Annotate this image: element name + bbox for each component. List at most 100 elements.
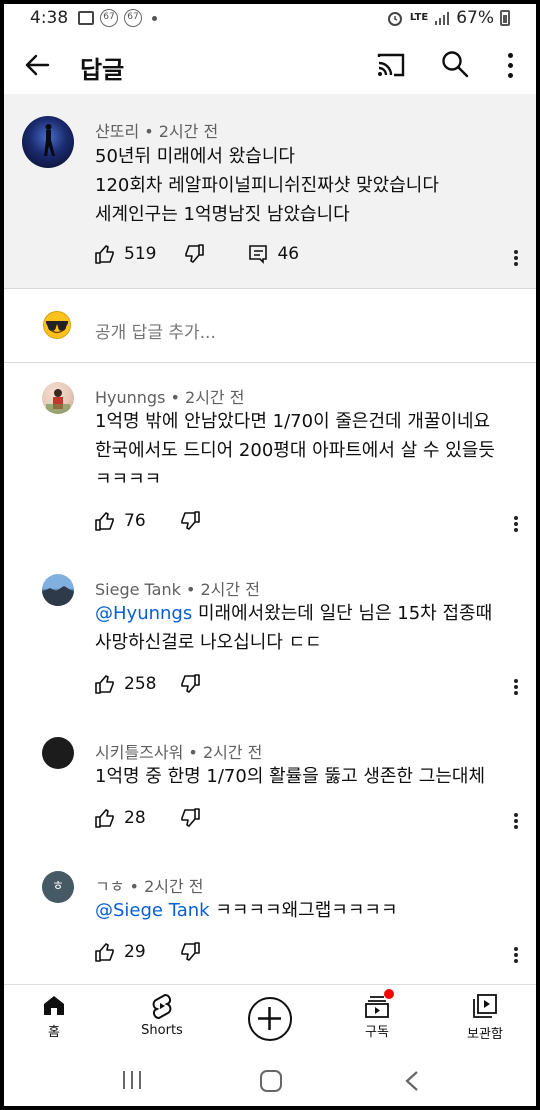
cast-icon[interactable] xyxy=(376,52,406,78)
reply-actions: 76 xyxy=(95,511,200,531)
meta-separator: • xyxy=(139,122,159,141)
search-icon[interactable] xyxy=(441,50,469,78)
dislike-button[interactable] xyxy=(180,808,200,828)
reply-meta: Hyunngs • 2시간 전 xyxy=(95,384,244,408)
bottom-navigation: 홈 Shorts 구독 보관함 xyxy=(4,984,536,1050)
like-count: 76 xyxy=(124,511,146,531)
like-button[interactable]: 76 xyxy=(95,511,146,531)
reply-mention[interactable]: @Siege Tank xyxy=(95,900,210,921)
add-reply-input[interactable]: 공개 답글 추가... xyxy=(95,318,216,343)
thumbs-down-icon xyxy=(185,244,205,263)
like-button[interactable]: 258 xyxy=(95,674,156,694)
dislike-button[interactable] xyxy=(180,511,200,531)
dislike-button[interactable] xyxy=(180,674,201,694)
like-button[interactable]: 29 xyxy=(95,942,146,962)
nav-shorts[interactable]: Shorts xyxy=(122,993,202,1038)
back-system-icon[interactable] xyxy=(404,1070,420,1092)
system-navigation-bar xyxy=(4,1050,536,1106)
meta-separator: • xyxy=(124,877,145,896)
home-system-icon[interactable] xyxy=(259,1070,283,1092)
dislike-button[interactable] xyxy=(180,942,200,962)
thumbs-down-icon xyxy=(180,942,200,961)
nav-library[interactable]: 보관함 xyxy=(445,993,525,1042)
thumbs-down-icon xyxy=(180,511,200,530)
like-button[interactable]: 519 xyxy=(95,244,156,264)
reply-text: @Hyunngs 미래에서왔는데 일단 님은 15차 접종때 사망하신걸로 나오… xyxy=(95,599,525,657)
shorts-icon xyxy=(152,993,172,1019)
nav-subscriptions-label: 구독 xyxy=(365,1025,389,1040)
add-reply-row[interactable]: 공개 답글 추가... xyxy=(4,288,536,362)
notification-dot xyxy=(384,989,394,999)
reply-text: @Siege Tank ㅋㅋㅋㅋ왜그랩ㅋㅋㅋㅋ xyxy=(95,896,525,925)
reply-text: 1억명 밖에 안남았다면 1/70이 줄은건데 개꿀이네요 한국에서도 드디어 … xyxy=(95,411,495,490)
avatar[interactable] xyxy=(22,116,74,168)
avatar[interactable] xyxy=(42,574,74,606)
reply-actions: 28 xyxy=(95,808,200,828)
plus-icon xyxy=(258,1007,281,1030)
recent-apps-icon[interactable] xyxy=(121,1070,143,1090)
avatar[interactable] xyxy=(42,737,74,769)
parent-comment: 샨또리 • 2시간 전 50년뒤 미래에서 왔습니다 120회차 레알파이널피니… xyxy=(4,94,536,288)
comment-meta: 샨또리 • 2시간 전 xyxy=(95,118,218,142)
sunglasses-emoji-avatar xyxy=(43,311,71,339)
avatar[interactable]: ㅎ xyxy=(42,871,74,903)
reply-more-icon[interactable] xyxy=(506,811,526,831)
meta-separator: • xyxy=(183,743,203,762)
thumbs-down-icon xyxy=(181,674,201,693)
reply-meta: ㄱㅎ • 2시간 전 xyxy=(95,873,204,897)
reply-body: ㅋㅋㅋㅋ왜그랩ㅋㅋㅋㅋ xyxy=(215,900,398,921)
dislike-button[interactable] xyxy=(184,244,205,264)
reply-author[interactable]: 시키틀즈사워 xyxy=(95,743,183,762)
reply-count: 46 xyxy=(277,244,300,264)
nav-home[interactable]: 홈 xyxy=(14,993,94,1040)
battery-icon xyxy=(500,10,510,26)
replies-button[interactable]: 46 xyxy=(248,244,299,264)
notification-badge-2: 67 xyxy=(124,9,142,27)
reply-mention[interactable]: @Hyunngs xyxy=(95,603,192,624)
thumbs-up-icon xyxy=(95,809,114,828)
comment-text: 50년뒤 미래에서 왔습니다 120회차 레알파이널피니쉬진짜샷 맞았습니다 세… xyxy=(95,146,439,225)
app-frame: 4:38 67 67 LTE 67% 답글 샨또리 • 2시간 전 50년뒤 미… xyxy=(4,4,536,1106)
meta-separator: • xyxy=(180,580,201,599)
reply-author[interactable]: ㄱㅎ xyxy=(95,877,124,896)
gallery-notification-icon xyxy=(78,11,94,25)
battery-percent: 67% xyxy=(456,8,494,28)
reply-time: 2시간 전 xyxy=(144,877,204,896)
thumbs-up-icon xyxy=(95,245,114,264)
thumbs-up-icon xyxy=(95,512,114,531)
avatar[interactable] xyxy=(42,382,74,414)
like-count: 29 xyxy=(124,942,146,962)
home-icon xyxy=(44,996,64,1015)
comment-icon xyxy=(249,245,268,264)
reply-more-icon[interactable] xyxy=(506,514,526,534)
subscriptions-icon-wrap xyxy=(364,989,394,1019)
avatar-initial: ㅎ xyxy=(52,879,64,894)
reply-more-icon[interactable] xyxy=(506,945,526,965)
like-count: 258 xyxy=(124,674,157,694)
library-icon xyxy=(473,994,497,1018)
comment-more-icon[interactable] xyxy=(506,248,526,268)
like-count: 28 xyxy=(124,808,146,828)
nav-home-label: 홈 xyxy=(48,1025,60,1040)
avatar-figure xyxy=(46,389,70,414)
like-button[interactable]: 28 xyxy=(95,808,146,828)
signal-icon xyxy=(435,12,450,25)
thumbs-up-icon xyxy=(95,943,114,962)
more-notifications-dot xyxy=(152,15,157,21)
page-title: 답글 xyxy=(80,56,125,84)
status-bar: 4:38 67 67 LTE 67% xyxy=(4,4,536,34)
reply-more-icon[interactable] xyxy=(506,677,526,697)
alarm-icon xyxy=(387,12,402,26)
reply-actions: 29 xyxy=(95,942,200,962)
more-vert-icon[interactable] xyxy=(500,51,520,79)
nav-subscriptions[interactable]: 구독 xyxy=(337,989,417,1040)
reply-actions: 258 xyxy=(95,674,201,694)
status-time: 4:38 xyxy=(30,8,69,28)
comment-author[interactable]: 샨또리 xyxy=(95,122,139,141)
avatar-figure xyxy=(44,124,55,156)
back-arrow-icon[interactable] xyxy=(22,50,52,80)
reply-time: 2시간 전 xyxy=(202,743,263,762)
create-button[interactable] xyxy=(248,997,292,1041)
reply-author[interactable]: Siege Tank xyxy=(95,580,181,599)
reply-author[interactable]: Hyunngs xyxy=(95,388,165,407)
